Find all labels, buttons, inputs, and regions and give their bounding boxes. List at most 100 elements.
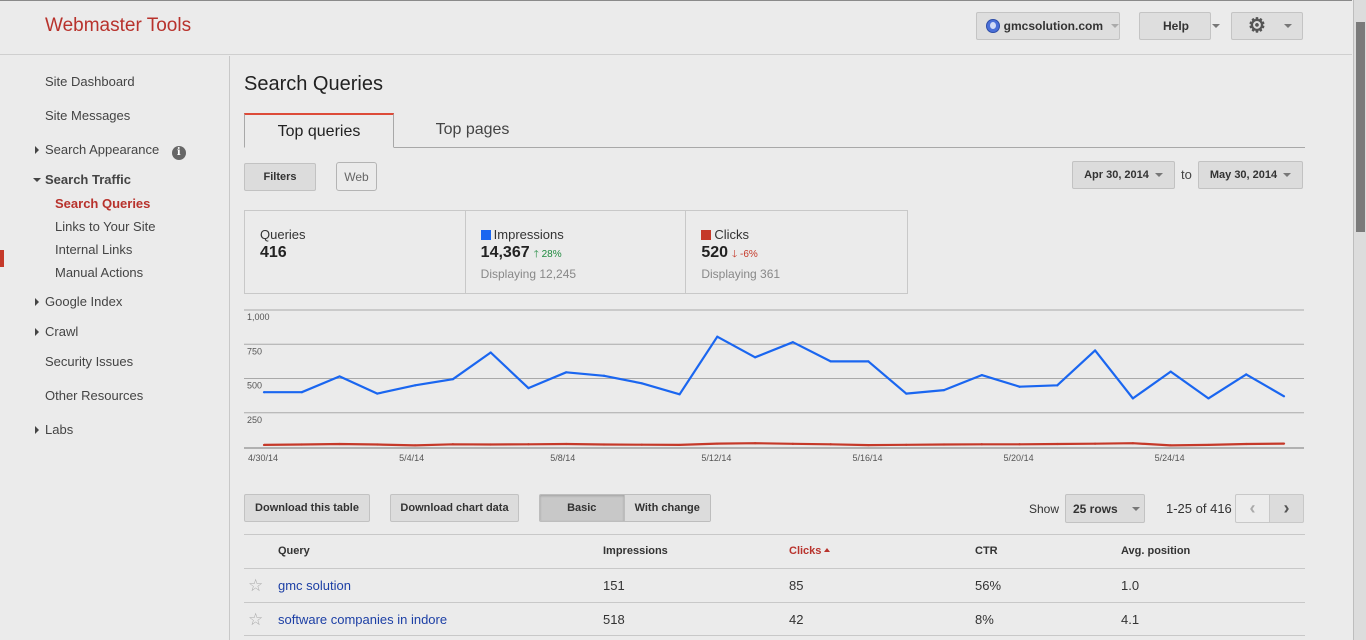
- data-point-clicks: [376, 443, 379, 446]
- tab-top-queries[interactable]: Top queries: [244, 113, 394, 148]
- ctr-cell: 8%: [975, 612, 994, 627]
- globe-icon: [986, 19, 1000, 33]
- page-scrollbar[interactable]: [1353, 0, 1366, 640]
- next-page-button[interactable]: ›: [1269, 494, 1304, 523]
- pagination-range: 1-25 of 416: [1166, 501, 1232, 516]
- query-cell: gmc solution: [278, 569, 351, 602]
- sidebar-item-label: Other Resources: [45, 388, 144, 403]
- sidebar-item-google-index[interactable]: Google Index: [35, 294, 122, 309]
- data-point-impressions: [1018, 385, 1021, 388]
- sidebar-item-label: Search Traffic: [45, 172, 131, 187]
- sidebar-item-search-queries[interactable]: Search Queries: [55, 196, 150, 211]
- displaying-count: Displaying 12,245: [480, 267, 577, 281]
- sidebar-item-site-dashboard[interactable]: Site Dashboard: [45, 74, 135, 89]
- download-chart-data-button[interactable]: Download chart data: [390, 494, 519, 522]
- column-header-ctr[interactable]: CTR: [975, 535, 998, 568]
- view-basic-button[interactable]: Basic: [540, 495, 625, 521]
- data-point-impressions: [414, 384, 417, 387]
- previous-page-button[interactable]: ‹: [1235, 494, 1270, 523]
- sidebar-item-security-issues[interactable]: Security Issues: [45, 354, 133, 369]
- sidebar-item-label: Search Appearance: [45, 142, 160, 157]
- arrow-up-icon: 🡑: [533, 249, 539, 260]
- data-point-clicks: [1094, 442, 1097, 445]
- sidebar-item-site-messages[interactable]: Site Messages: [45, 108, 130, 123]
- stat-impressions[interactable]: Impressions 14,367 🡑 28% Displaying 12,2…: [466, 211, 687, 293]
- sidebar-item-search-traffic[interactable]: Search Traffic: [33, 172, 131, 187]
- table-row: ☆ software companies in indore 518 42 8%…: [244, 602, 1305, 636]
- show-label: Show: [1029, 502, 1060, 516]
- column-header-impressions[interactable]: Impressions: [603, 535, 668, 568]
- impressions-legend-swatch: [480, 229, 491, 240]
- data-point-impressions: [1245, 373, 1248, 376]
- data-point-clicks: [867, 443, 870, 447]
- sidebar-item-crawl[interactable]: Crawl: [35, 324, 78, 339]
- data-point-clicks: [451, 443, 454, 446]
- filters-button[interactable]: Filters: [244, 163, 316, 191]
- data-point-clicks: [338, 442, 341, 446]
- sidebar-item-internal-links[interactable]: Internal Links: [55, 242, 132, 257]
- column-header-avg-position[interactable]: Avg. position: [1121, 535, 1190, 568]
- site-selector[interactable]: gmcsolution.com: [976, 12, 1120, 40]
- data-point-clicks: [754, 442, 757, 445]
- sidebar-item-labs[interactable]: Labs: [35, 422, 74, 437]
- star-icon[interactable]: ☆: [248, 569, 263, 602]
- filter-chip-web[interactable]: Web: [336, 162, 377, 191]
- sidebar-item-search-appearance[interactable]: Search Appearance i: [35, 142, 186, 160]
- brand-logo[interactable]: Webmaster Tools: [45, 15, 191, 37]
- view-mode-toggle: Basic With change: [539, 494, 711, 522]
- data-point-clicks: [1282, 442, 1286, 445]
- stat-label-row: Impressions: [480, 227, 686, 242]
- expand-arrow-icon: [35, 328, 39, 336]
- help-button[interactable]: Help: [1139, 12, 1221, 40]
- expand-arrow-icon: [35, 426, 39, 434]
- data-point-impressions: [527, 386, 530, 390]
- chevron-right-icon: ›: [1283, 498, 1290, 518]
- data-point-impressions: [300, 391, 303, 394]
- query-cell: software companies in indore: [278, 603, 447, 636]
- date-to-picker[interactable]: May 30, 2014: [1198, 161, 1303, 189]
- data-point-clicks: [489, 443, 492, 446]
- data-point-clicks: [640, 443, 643, 446]
- chevron-down-icon: [1283, 24, 1292, 28]
- page-title: Search Queries: [244, 73, 383, 95]
- stat-queries: Queries 416: [245, 211, 466, 293]
- info-icon[interactable]: i: [171, 146, 186, 160]
- stat-clicks[interactable]: Clicks 520 🡓 -6% Displaying 361: [686, 211, 907, 293]
- data-point-impressions: [451, 378, 454, 381]
- ctr-cell: 56%: [975, 578, 1002, 593]
- y-tick-label: 1,000: [247, 312, 270, 322]
- column-header-query[interactable]: Query: [278, 535, 310, 568]
- download-table-button[interactable]: Download this table: [244, 494, 370, 522]
- view-with-change-button[interactable]: With change: [624, 495, 710, 521]
- sort-ascending-icon: [824, 548, 831, 552]
- data-point-clicks: [905, 443, 908, 446]
- data-point-clicks: [565, 442, 568, 446]
- chevron-down-icon: [1111, 24, 1119, 28]
- sidebar-item-manual-actions[interactable]: Manual Actions: [55, 265, 143, 280]
- sidebar-item-other-resources[interactable]: Other Resources: [45, 388, 143, 403]
- impressions-cell: 151: [603, 578, 625, 593]
- sidebar-item-links-to-your-site[interactable]: Links to Your Site: [55, 219, 155, 234]
- x-tick-label: 5/12/14: [701, 453, 731, 463]
- star-icon[interactable]: ☆: [248, 603, 263, 636]
- sidebar-item-label: Labs: [45, 422, 74, 437]
- data-point-clicks: [678, 443, 681, 447]
- settings-button[interactable]: ⚙: [1231, 12, 1303, 40]
- column-header-clicks[interactable]: Clicks: [789, 535, 831, 568]
- scrollbar-thumb[interactable]: [1356, 22, 1365, 232]
- rows-per-page-select[interactable]: 25 rows: [1065, 494, 1145, 523]
- data-point-impressions: [376, 392, 379, 395]
- query-link[interactable]: software companies in indore: [278, 612, 447, 627]
- expand-arrow-icon: [35, 146, 39, 154]
- data-point-clicks: [716, 442, 719, 445]
- date-from-picker[interactable]: Apr 30, 2014: [1072, 161, 1175, 189]
- query-link[interactable]: gmc solution: [278, 578, 351, 593]
- stat-label: Clicks: [714, 227, 750, 242]
- chevron-down-icon: [1131, 506, 1140, 511]
- date-to-value: May 30, 2014: [1209, 169, 1278, 181]
- tab-top-pages[interactable]: Top pages: [400, 113, 545, 148]
- chevron-left-icon: ‹: [1249, 498, 1256, 518]
- data-point-impressions: [1056, 384, 1059, 387]
- clicks-cell: 42: [789, 612, 804, 627]
- data-point-impressions: [1131, 397, 1134, 400]
